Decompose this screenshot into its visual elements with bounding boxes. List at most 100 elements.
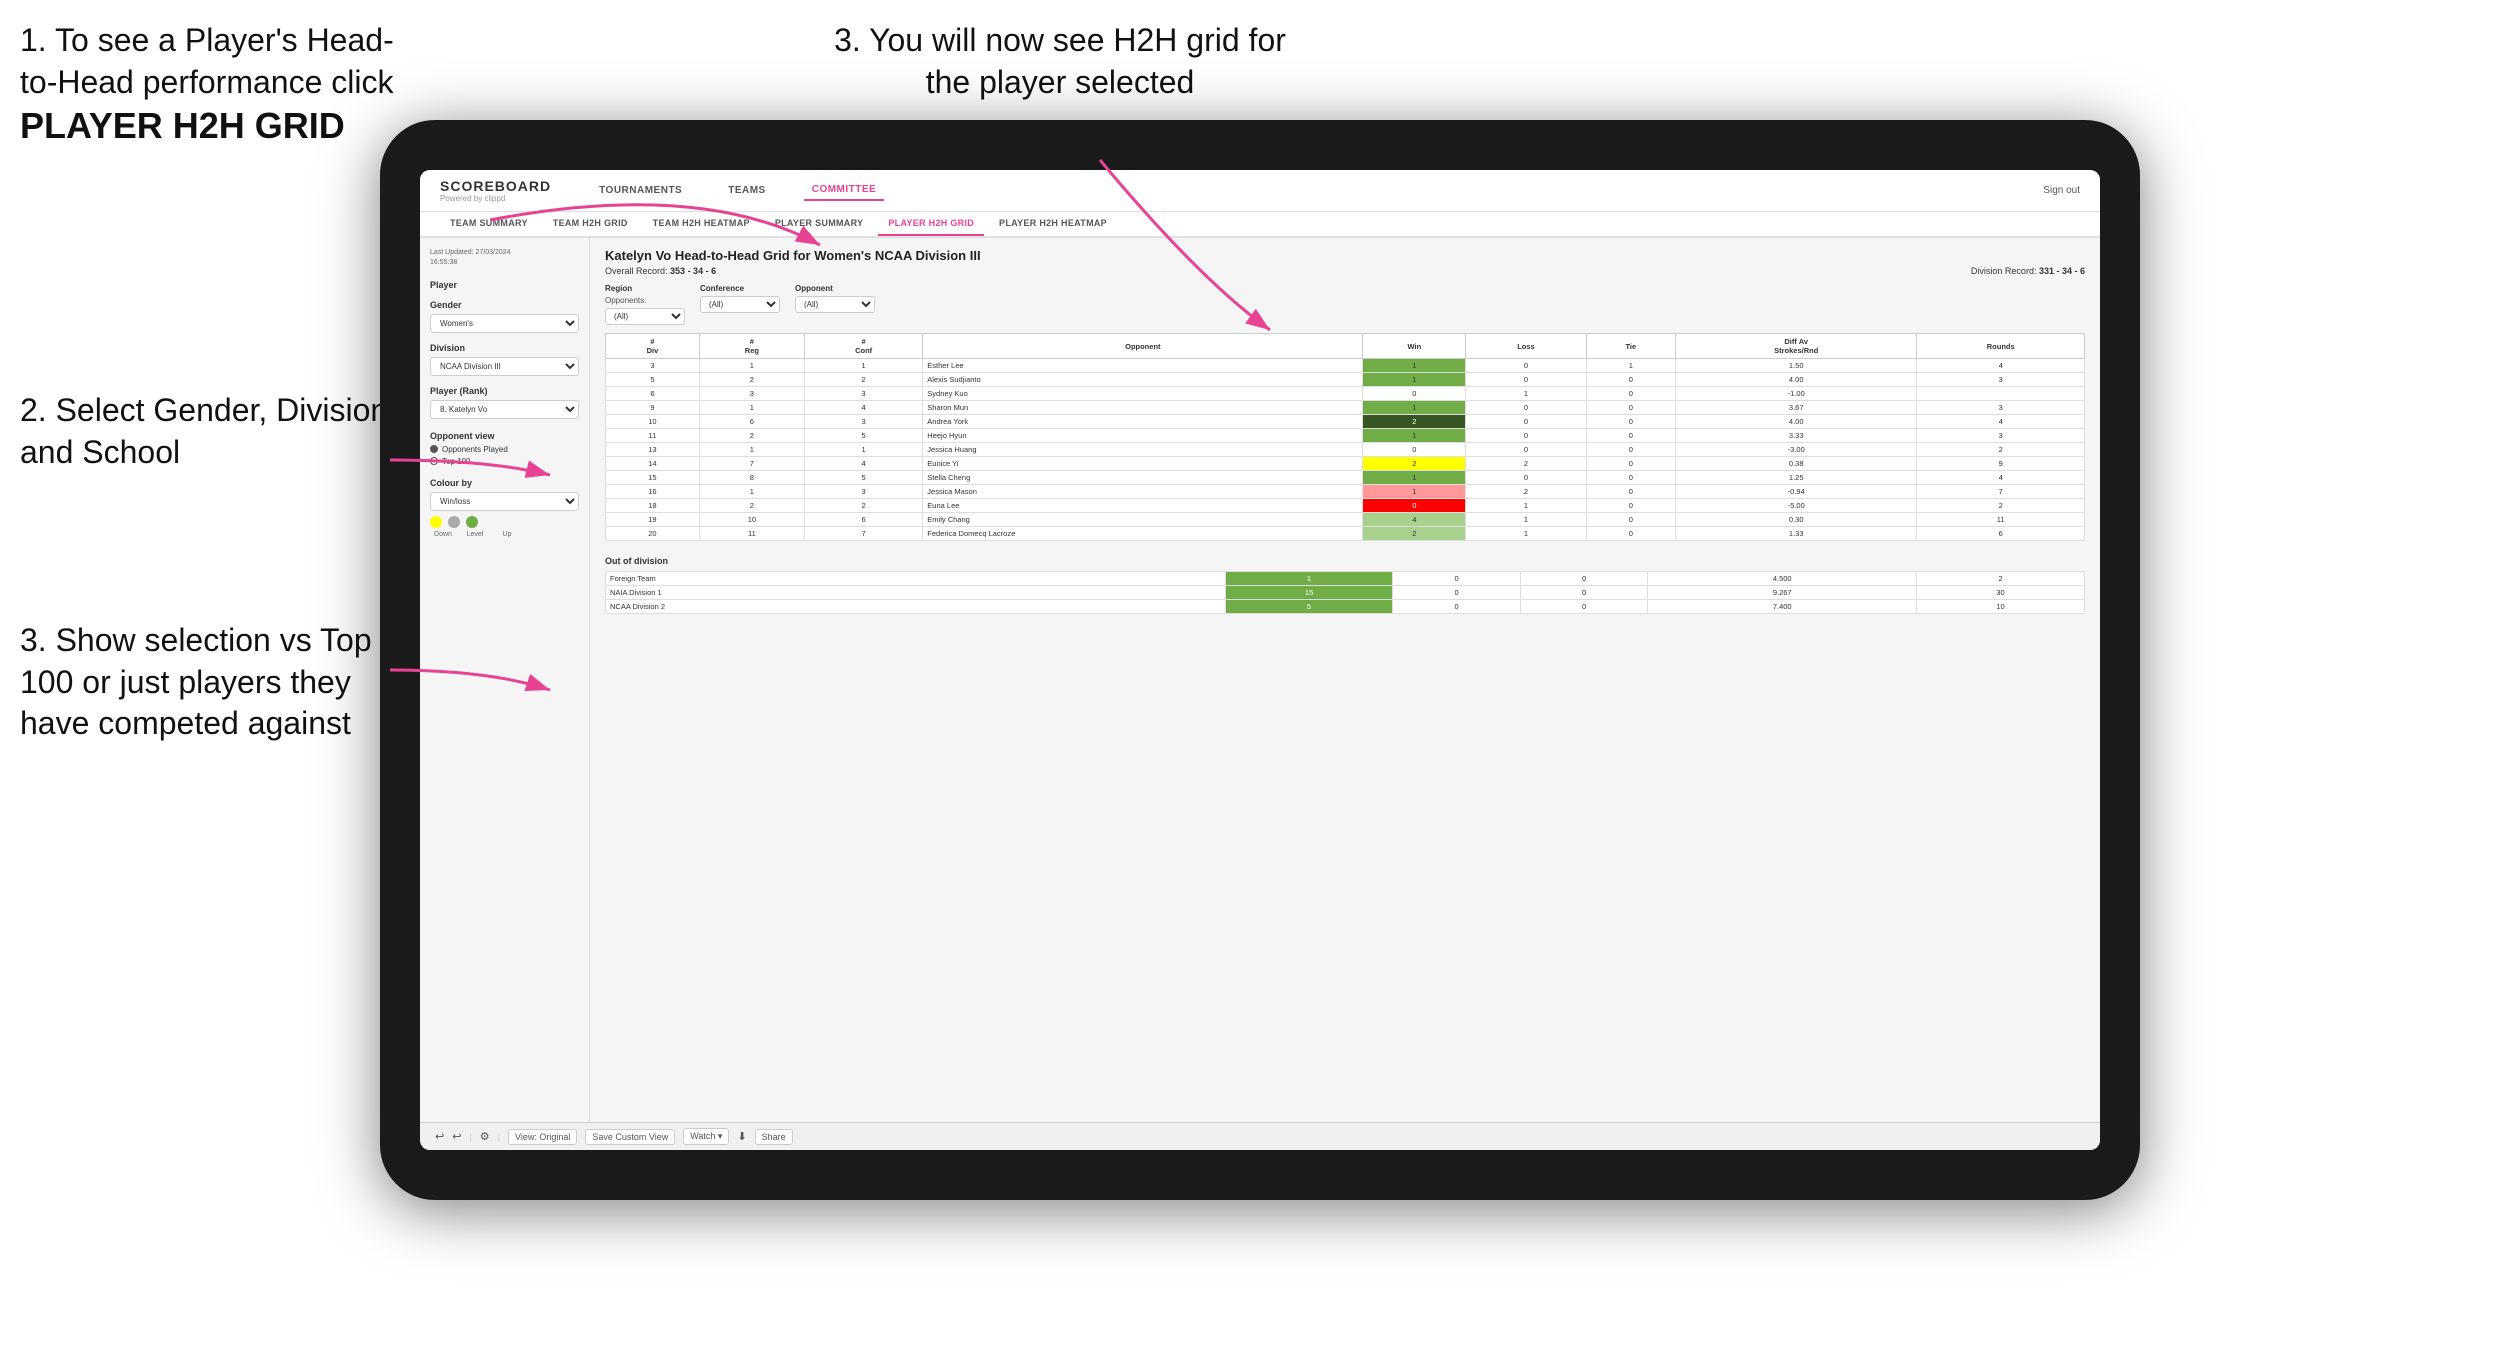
sub-nav-team-h2h-grid[interactable]: TEAM H2H GRID bbox=[543, 212, 638, 236]
cell-opponent: Heejo Hyun bbox=[923, 429, 1363, 443]
opponents-played-radio[interactable]: Opponents Played bbox=[430, 445, 579, 454]
cell-reg: 6 bbox=[699, 415, 804, 429]
watch-btn[interactable]: Watch ▾ bbox=[683, 1128, 729, 1145]
nav-committee[interactable]: COMMITTEE bbox=[804, 180, 885, 201]
conference-select[interactable]: (All) bbox=[700, 296, 780, 313]
sub-nav-player-h2h-grid[interactable]: PLAYER H2H GRID bbox=[878, 212, 984, 236]
cell-loss: 0 bbox=[1466, 443, 1586, 457]
cell-rounds: 4 bbox=[1917, 415, 2085, 429]
cell-opponent: Andrea York bbox=[923, 415, 1363, 429]
division-select[interactable]: NCAA Division III bbox=[430, 357, 579, 376]
cell-rounds: 4 bbox=[1917, 471, 2085, 485]
cell-diff: 1.33 bbox=[1676, 527, 1917, 541]
cell-opponent: Sydney Kuo bbox=[923, 387, 1363, 401]
player-rank-filter: Player (Rank) 8. Katelyn Vo bbox=[430, 386, 579, 419]
gender-filter: Gender Women's Men's bbox=[430, 300, 579, 333]
cell-conf: 1 bbox=[804, 443, 922, 457]
logo: SCOREBOARD Powered by clippd bbox=[440, 178, 551, 203]
cell-win: 0 bbox=[1363, 443, 1466, 457]
cell-tie: 0 bbox=[1586, 527, 1675, 541]
cell-reg: 2 bbox=[699, 429, 804, 443]
cell-tie: 0 bbox=[1586, 443, 1675, 457]
sub-nav-player-summary[interactable]: PLAYER SUMMARY bbox=[765, 212, 874, 236]
cell-reg: 3 bbox=[699, 387, 804, 401]
cell-diff: 4.00 bbox=[1676, 415, 1917, 429]
cell-win: 1 bbox=[1363, 471, 1466, 485]
cell-out-rounds: 10 bbox=[1917, 600, 2085, 614]
undo-icon[interactable]: ↩ bbox=[435, 1130, 444, 1143]
region-select[interactable]: (All) bbox=[605, 308, 685, 325]
instruction-step3-left: 3. Show selection vs Top 100 or just pla… bbox=[20, 620, 390, 745]
table-row: 9 1 4 Sharon Mun 1 0 0 3.67 3 bbox=[606, 401, 2085, 415]
cell-rounds: 4 bbox=[1917, 359, 2085, 373]
gender-select[interactable]: Women's Men's bbox=[430, 314, 579, 333]
table-row: 6 3 3 Sydney Kuo 0 1 0 -1.00 bbox=[606, 387, 2085, 401]
sub-nav-team-summary[interactable]: TEAM SUMMARY bbox=[440, 212, 538, 236]
opponent-select[interactable]: (All) bbox=[795, 296, 875, 313]
cell-diff: 0.38 bbox=[1676, 457, 1917, 471]
cell-div: 19 bbox=[606, 513, 700, 527]
cell-rounds: 3 bbox=[1917, 429, 2085, 443]
division-record: Division Record: 331 - 34 - 6 bbox=[1971, 266, 2085, 276]
cell-div: 3 bbox=[606, 359, 700, 373]
cell-opponent: Sharon Mun bbox=[923, 401, 1363, 415]
cell-conf: 3 bbox=[804, 485, 922, 499]
table-row: 15 8 5 Stella Cheng 1 0 0 1.25 4 bbox=[606, 471, 2085, 485]
sub-nav: TEAM SUMMARY TEAM H2H GRID TEAM H2H HEAT… bbox=[420, 212, 2100, 238]
sub-nav-team-h2h-heatmap[interactable]: TEAM H2H HEATMAP bbox=[643, 212, 760, 236]
cell-out-tie: 0 bbox=[1520, 572, 1647, 586]
col-loss: Loss bbox=[1466, 334, 1586, 359]
save-custom-btn[interactable]: Save Custom View bbox=[585, 1129, 675, 1145]
cell-opponent: Stella Cheng bbox=[923, 471, 1363, 485]
settings-icon[interactable]: ⚙ bbox=[480, 1130, 490, 1143]
cell-tie: 0 bbox=[1586, 513, 1675, 527]
colour-dot-up bbox=[466, 516, 478, 528]
cell-tie: 0 bbox=[1586, 471, 1675, 485]
col-reg: #Reg bbox=[699, 334, 804, 359]
colour-select[interactable]: Win/loss bbox=[430, 492, 579, 511]
cell-out-tie: 0 bbox=[1520, 600, 1647, 614]
cell-rounds: 3 bbox=[1917, 401, 2085, 415]
share-btn[interactable]: Share bbox=[755, 1129, 793, 1145]
cell-win: 2 bbox=[1363, 457, 1466, 471]
cell-opponent: Euna Lee bbox=[923, 499, 1363, 513]
right-panel: Katelyn Vo Head-to-Head Grid for Women's… bbox=[590, 238, 2100, 1122]
sign-out[interactable]: Sign out bbox=[2043, 185, 2080, 196]
cell-win: 1 bbox=[1363, 373, 1466, 387]
cell-conf: 6 bbox=[804, 513, 922, 527]
cell-tie: 0 bbox=[1586, 387, 1675, 401]
cell-conf: 4 bbox=[804, 401, 922, 415]
player-rank-select[interactable]: 8. Katelyn Vo bbox=[430, 400, 579, 419]
table-row: 14 7 4 Eunice Yi 2 2 0 0.38 9 bbox=[606, 457, 2085, 471]
cell-reg: 8 bbox=[699, 471, 804, 485]
cell-opponent: Emily Chang bbox=[923, 513, 1363, 527]
cell-win: 2 bbox=[1363, 527, 1466, 541]
radio-checked-icon bbox=[430, 445, 438, 453]
left-panel: Last Updated: 27/03/2024 16:55:38 Player… bbox=[420, 238, 590, 1122]
last-updated: Last Updated: 27/03/2024 16:55:38 bbox=[430, 248, 579, 268]
cell-diff: -5.00 bbox=[1676, 499, 1917, 513]
view-original-btn[interactable]: View: Original bbox=[508, 1129, 577, 1145]
top-100-radio[interactable]: Top 100 bbox=[430, 457, 579, 466]
cell-out-loss: 0 bbox=[1393, 572, 1520, 586]
download-icon[interactable]: ⬇ bbox=[737, 1130, 746, 1143]
cell-opponent: Alexis Sudjianto bbox=[923, 373, 1363, 387]
sub-nav-player-h2h-heatmap[interactable]: PLAYER H2H HEATMAP bbox=[989, 212, 1117, 236]
nav-teams[interactable]: TEAMS bbox=[720, 181, 774, 200]
cell-div: 11 bbox=[606, 429, 700, 443]
nav-tournaments[interactable]: TOURNAMENTS bbox=[591, 181, 690, 200]
cell-conf: 2 bbox=[804, 499, 922, 513]
cell-loss: 0 bbox=[1466, 429, 1586, 443]
cell-diff: -1.00 bbox=[1676, 387, 1917, 401]
cell-div: 14 bbox=[606, 457, 700, 471]
cell-reg: 1 bbox=[699, 359, 804, 373]
table-row: 20 11 7 Federica Domecq Lacroze 2 1 0 1.… bbox=[606, 527, 2085, 541]
cell-div: 5 bbox=[606, 373, 700, 387]
division-filter: Division NCAA Division III bbox=[430, 343, 579, 376]
table-row: 10 6 3 Andrea York 2 0 0 4.00 4 bbox=[606, 415, 2085, 429]
cell-conf: 7 bbox=[804, 527, 922, 541]
cell-div: 15 bbox=[606, 471, 700, 485]
redo-icon[interactable]: ↩ bbox=[452, 1130, 461, 1143]
cell-rounds: 9 bbox=[1917, 457, 2085, 471]
table-row: 16 1 3 Jessica Mason 1 2 0 -0.94 7 bbox=[606, 485, 2085, 499]
